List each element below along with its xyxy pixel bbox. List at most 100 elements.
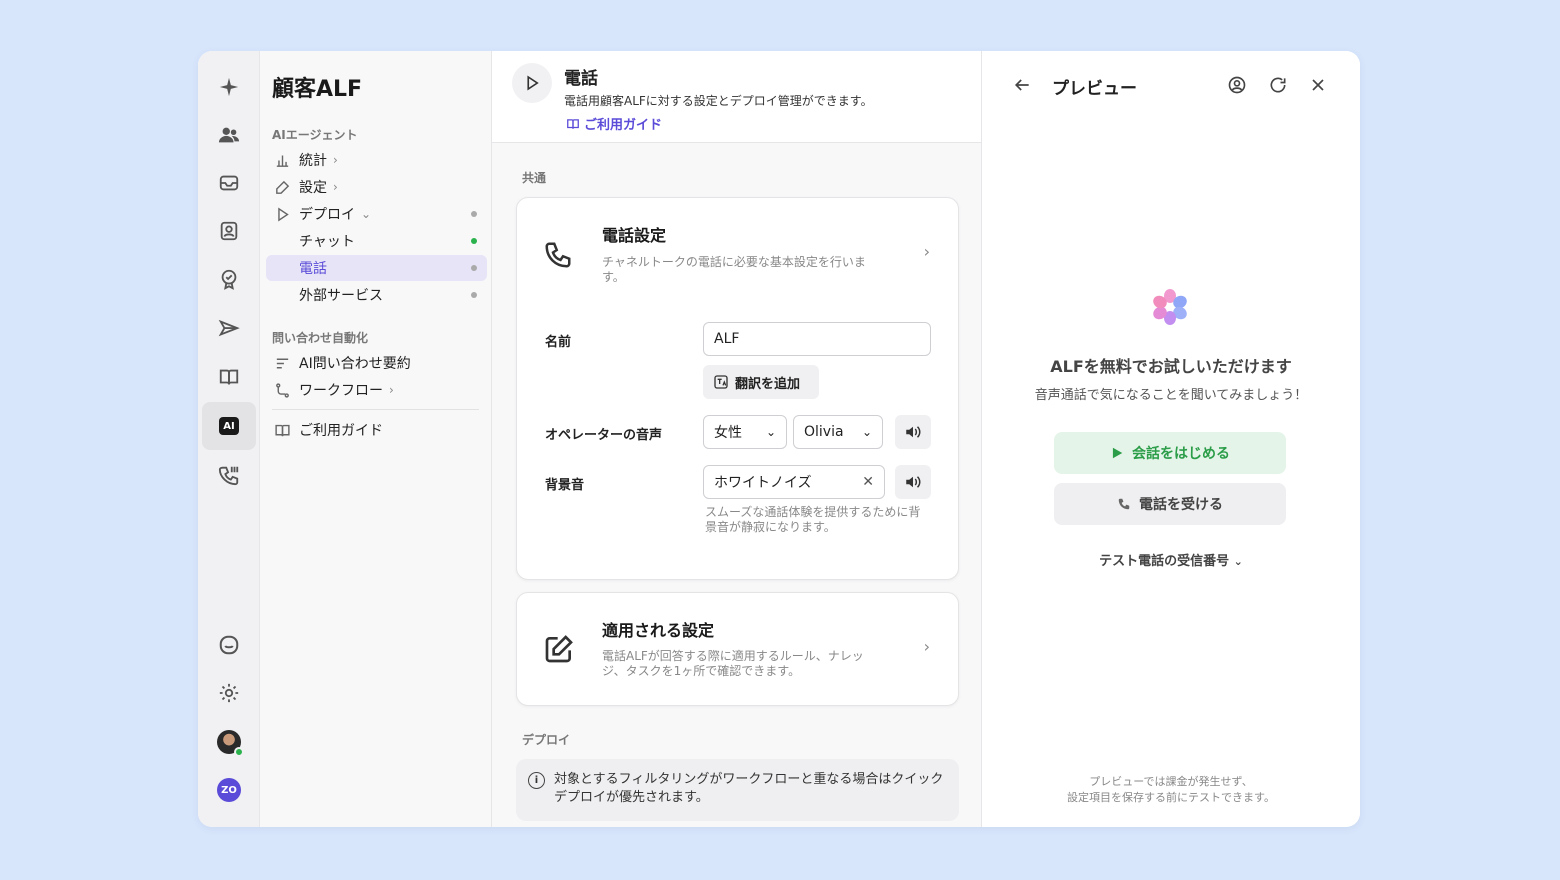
book-icon <box>567 118 579 129</box>
chevron-down-icon: ⌄ <box>765 425 776 439</box>
sidebar-item-phone[interactable]: 電話 <box>266 255 487 281</box>
applied-settings-description: 電話ALFが回答する際に適用するルール、ナレッジ、タスクを1ヶ所で確認できます。 <box>602 649 864 678</box>
start-conversation-button[interactable]: 会話をはじめる <box>1054 432 1286 474</box>
app-window: AI ZO 顧客ALF AIエージェント 統計 › 設定 › デプロイ ⌄ チャ… <box>198 51 1360 827</box>
play-icon <box>512 63 552 103</box>
send-icon[interactable] <box>202 305 256 353</box>
workspace-badge[interactable]: ZO <box>202 766 256 814</box>
status-dot <box>471 211 477 217</box>
book-icon[interactable] <box>202 353 256 401</box>
preview-footer: プレビューでは課金が発生せず、 設定項目を保存する前にテストできます。 <box>1067 775 1275 804</box>
speaker-icon <box>906 476 921 488</box>
book-icon <box>272 420 292 440</box>
phone-settings-card: 電話設定 チャネルトークの電話に必要な基本設定を行います。 › 名前 ALF 翻… <box>516 197 959 580</box>
section-deploy: デプロイ <box>522 733 571 747</box>
page-title: 電話 <box>564 69 598 89</box>
voice-name-select[interactable]: Olivia ⌄ <box>793 415 883 449</box>
ai-label: AI <box>219 417 239 435</box>
chevron-right-icon: › <box>923 637 930 656</box>
sidebar-item-deploy[interactable]: デプロイ ⌄ <box>266 201 487 227</box>
receive-call-button[interactable]: 電話を受ける <box>1054 483 1286 525</box>
alf-logo-icon <box>1153 289 1187 325</box>
status-dot-active <box>471 238 477 244</box>
status-dot <box>471 292 477 298</box>
user-avatar[interactable] <box>202 718 256 766</box>
phone-icon <box>543 240 573 274</box>
name-input[interactable]: ALF <box>703 322 931 356</box>
background-sound-label: 背景音 <box>545 478 585 493</box>
chevron-right-icon: › <box>333 153 338 167</box>
section-common: 共通 <box>522 171 547 185</box>
avatar-image <box>217 730 244 757</box>
applied-settings-card[interactable]: 適用される設定 電話ALFが回答する際に適用するルール、ナレッジ、タスクを1ヶ所… <box>516 592 959 706</box>
voice-label: オペレーターの音声 <box>545 428 663 443</box>
phone-call-icon[interactable] <box>202 451 256 499</box>
sidebar: 顧客ALF AIエージェント 統計 › 設定 › デプロイ ⌄ チャット 電話 … <box>260 51 492 827</box>
divider <box>272 409 479 410</box>
sidebar-item-settings[interactable]: 設定 › <box>266 174 487 200</box>
chevron-down-icon: ⌄ <box>1233 555 1243 568</box>
info-icon: i <box>528 772 545 789</box>
workflow-icon <box>272 380 292 400</box>
online-status-dot <box>234 747 244 757</box>
phone-icon <box>1118 498 1130 510</box>
users-icon[interactable] <box>202 111 256 159</box>
background-sound-play-button[interactable] <box>895 465 931 499</box>
play-icon <box>272 204 292 224</box>
sidebar-item-stats[interactable]: 統計 › <box>266 147 487 173</box>
edit-icon <box>272 177 292 197</box>
preview-subheading: 音声通話で気になることを聞いてみましょう！ <box>1034 388 1308 403</box>
phone-settings-description: チャネルトークの電話に必要な基本設定を行います。 <box>602 255 866 284</box>
preview-heading: ALFを無料でお試しいただけます <box>1050 357 1292 376</box>
page-header: 電話 電話用顧客ALFに対する設定とデプロイ管理ができます。 ご利用ガイド <box>492 51 981 143</box>
background-sound-helper: スムーズな通話体験を提供するために背景音が静寂になります。 <box>705 505 921 534</box>
status-dot <box>471 265 477 271</box>
section-ai-agent: AIエージェント <box>272 128 358 142</box>
inbox-icon[interactable] <box>202 159 256 207</box>
translate-icon <box>714 375 728 389</box>
applied-settings-title: 適用される設定 <box>602 621 715 640</box>
sidebar-item-workflow[interactable]: ワークフロー › <box>266 377 487 403</box>
badge-check-icon[interactable] <box>202 255 256 303</box>
edit-icon <box>543 633 575 669</box>
gear-icon[interactable] <box>202 669 256 717</box>
section-inquiry-automation: 問い合わせ自動化 <box>272 331 369 345</box>
play-icon <box>1112 447 1123 459</box>
page-description: 電話用顧客ALFに対する設定とデプロイ管理ができます。 <box>564 94 873 108</box>
workspace-label: ZO <box>217 778 241 802</box>
refresh-icon[interactable] <box>1268 75 1288 95</box>
bar-chart-icon <box>272 150 292 170</box>
chevron-down-icon: ⌄ <box>361 207 372 221</box>
phone-settings-title: 電話設定 <box>602 226 667 245</box>
voice-play-button[interactable] <box>895 415 931 449</box>
sidebar-title: 顧客ALF <box>272 77 363 102</box>
list-icon <box>272 353 292 373</box>
speaker-icon <box>906 426 921 438</box>
main-panel: 電話 電話用顧客ALFに対する設定とデプロイ管理ができます。 ご利用ガイド 共通… <box>492 51 982 827</box>
close-icon[interactable] <box>1308 75 1328 95</box>
background-sound-select[interactable]: ホワイトノイズ ✕ <box>703 465 885 499</box>
add-translation-button[interactable]: 翻訳を追加 <box>703 365 819 399</box>
close-icon[interactable]: ✕ <box>862 474 874 490</box>
test-number-toggle[interactable]: テスト電話の受信番号 ⌄ <box>982 550 1360 569</box>
preview-title: プレビュー <box>1052 79 1137 99</box>
sidebar-item-chat[interactable]: チャット <box>266 228 487 254</box>
preview-panel: プレビュー ALFを無料でお試しいただけます 音声通話で気になることを聞いてみま… <box>982 51 1360 827</box>
chevron-down-icon: ⌄ <box>861 425 872 439</box>
chevron-right-icon[interactable]: › <box>924 242 930 261</box>
sidebar-item-summary[interactable]: AI問い合わせ要約 <box>266 350 487 376</box>
chevron-right-icon: › <box>389 383 394 397</box>
voice-gender-select[interactable]: 女性 ⌄ <box>703 415 787 449</box>
ai-agent-icon[interactable]: AI <box>202 402 256 450</box>
chat-bubble-icon[interactable] <box>202 621 256 669</box>
sparkle-icon[interactable] <box>202 63 256 111</box>
name-label: 名前 <box>545 335 572 350</box>
user-circle-icon[interactable] <box>1227 75 1247 95</box>
sidebar-item-guide[interactable]: ご利用ガイド <box>266 417 487 443</box>
deploy-info-box: i 対象とするフィルタリングがワークフローと重なる場合はクイックデプロイが優先さ… <box>516 759 959 821</box>
contact-icon[interactable] <box>202 207 256 255</box>
back-arrow-icon[interactable] <box>1012 75 1032 95</box>
sidebar-item-external[interactable]: 外部サービス <box>266 282 487 308</box>
icon-rail: AI ZO <box>198 51 260 827</box>
guide-link[interactable]: ご利用ガイド <box>566 114 662 133</box>
